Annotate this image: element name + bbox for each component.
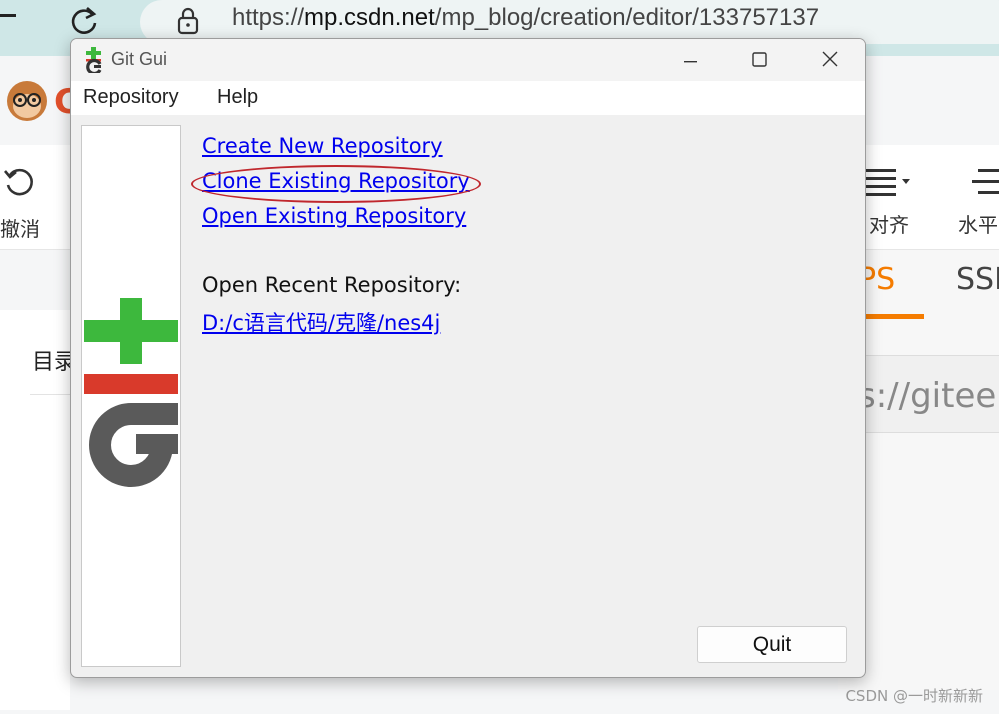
recent-repository-label: Open Recent Repository: (202, 273, 462, 297)
horizontal-label[interactable]: 水平 (958, 209, 998, 238)
close-button[interactable] (807, 43, 853, 77)
undo-icon[interactable] (2, 165, 36, 199)
tab-ssh[interactable]: SSI (956, 262, 999, 297)
menu-bar: Repository Help (71, 81, 865, 115)
url-input-fragment: s://gitee (858, 376, 997, 416)
reload-icon[interactable] (66, 4, 102, 40)
menu-repository[interactable]: Repository (83, 86, 179, 109)
lock-icon[interactable] (174, 6, 202, 36)
window-title: Git Gui (111, 49, 168, 69)
create-repository-link[interactable]: Create New Repository (202, 134, 443, 158)
menu-lines-icon[interactable] (972, 167, 999, 197)
url-text[interactable]: https://mp.csdn.net/mp_blog/creation/edi… (232, 4, 819, 32)
url-prefix: https:// (232, 4, 305, 31)
open-repository-link[interactable]: Open Existing Repository (202, 204, 466, 228)
url-input-background[interactable]: s://gitee (858, 355, 999, 433)
brand-avatar-icon (7, 81, 47, 121)
git-gui-window: Git Gui Repository Help Create New Repos… (70, 38, 866, 678)
toc-divider (30, 394, 70, 395)
close-icon (822, 51, 838, 67)
url-domain: mp.csdn.net (304, 4, 435, 31)
back-icon[interactable] (0, 14, 16, 17)
recent-repository-link[interactable]: D:/c语言代码/克隆/nes4j (202, 307, 440, 337)
clone-repository-link[interactable]: Clone Existing Repository (202, 169, 470, 193)
tab-active-underline (860, 314, 924, 319)
maximize-icon (752, 52, 767, 67)
undo-label[interactable]: 撤消 (0, 213, 40, 242)
url-path: /mp_blog/creation/editor/133757137 (434, 4, 820, 31)
maximize-button[interactable] (736, 43, 782, 77)
align-label[interactable]: 对齐 (869, 209, 909, 238)
git-logo-pane (81, 125, 181, 667)
minimize-button[interactable] (667, 43, 713, 77)
minimize-icon (684, 61, 697, 63)
csdn-watermark: CSDN @一时新新新 (845, 687, 983, 705)
align-icon[interactable] (864, 167, 916, 197)
menu-help[interactable]: Help (217, 86, 258, 109)
git-logo (84, 298, 178, 487)
git-app-icon (86, 47, 102, 73)
quit-button[interactable]: Quit (697, 626, 847, 663)
window-titlebar[interactable]: Git Gui (71, 39, 865, 81)
toc-panel: 目录 (0, 310, 76, 710)
